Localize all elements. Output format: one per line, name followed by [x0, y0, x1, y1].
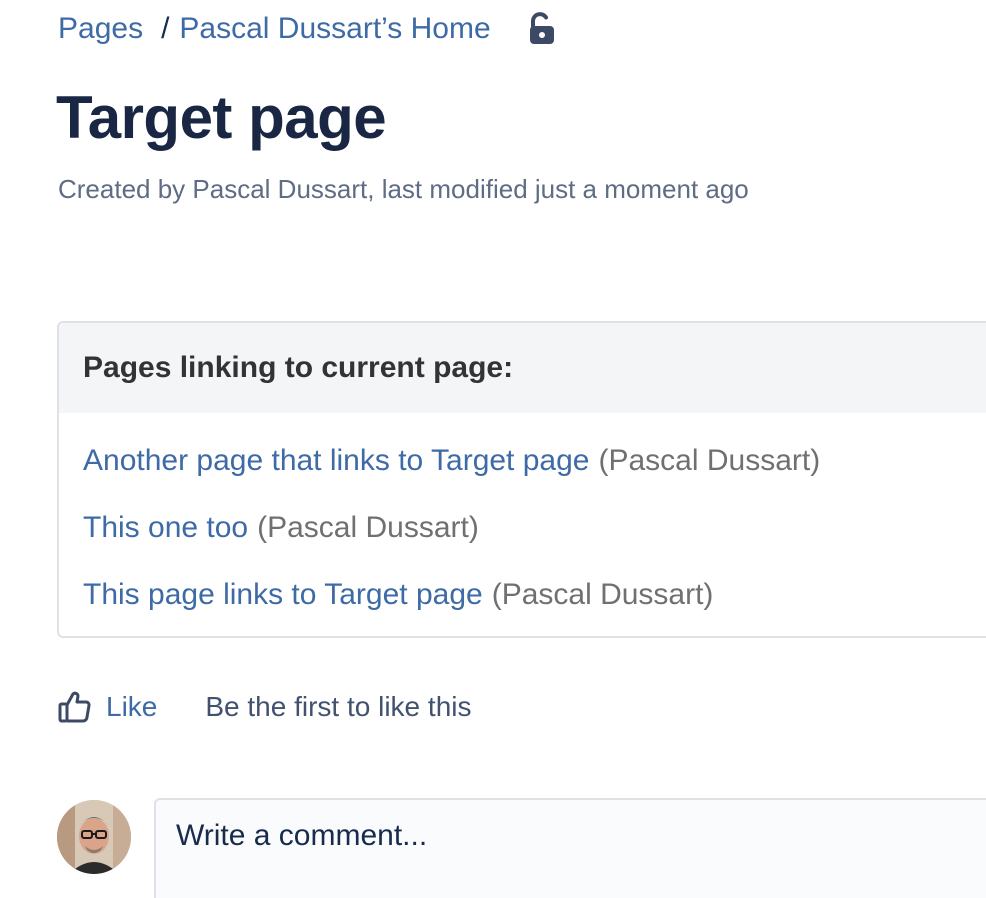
- like-button[interactable]: Like: [58, 688, 157, 726]
- incoming-link[interactable]: This page links to Target page: [83, 578, 483, 612]
- unlocked-padlock-icon[interactable]: [527, 12, 557, 46]
- breadcrumb: Pages / Pascal Dussart’s Home: [58, 10, 557, 48]
- incoming-links-list: Another page that links to Target page (…: [59, 413, 986, 628]
- breadcrumb-separator: /: [161, 12, 170, 45]
- page: Pages / Pascal Dussart’s Home Target pag…: [0, 0, 986, 898]
- comment-input[interactable]: Write a comment...: [154, 798, 986, 898]
- list-item: This one too (Pascal Dussart): [83, 494, 986, 561]
- breadcrumb-home-link[interactable]: Pascal Dussart’s Home: [179, 10, 490, 48]
- incoming-links-panel: Pages linking to current page: Another p…: [57, 321, 986, 638]
- like-row: Like Be the first to like this: [58, 688, 471, 726]
- like-label: Like: [106, 691, 158, 722]
- link-author: (Pascal Dussart): [257, 510, 479, 544]
- thumbs-up-icon: [58, 690, 92, 724]
- list-item: Another page that links to Target page (…: [83, 427, 986, 494]
- list-item: This page links to Target page (Pascal D…: [83, 561, 986, 628]
- incoming-link[interactable]: This one too: [83, 511, 248, 545]
- link-author: (Pascal Dussart): [491, 577, 714, 611]
- link-author: (Pascal Dussart): [598, 443, 821, 477]
- like-summary: Be the first to like this: [205, 691, 472, 722]
- breadcrumb-pages-link[interactable]: Pages: [58, 10, 143, 48]
- page-title: Target page: [56, 84, 387, 151]
- incoming-links-heading: Pages linking to current page:: [59, 323, 986, 413]
- page-byline: Created by Pascal Dussart, last modified…: [58, 174, 749, 204]
- incoming-link[interactable]: Another page that links to Target page: [83, 444, 589, 478]
- user-avatar: [57, 800, 131, 874]
